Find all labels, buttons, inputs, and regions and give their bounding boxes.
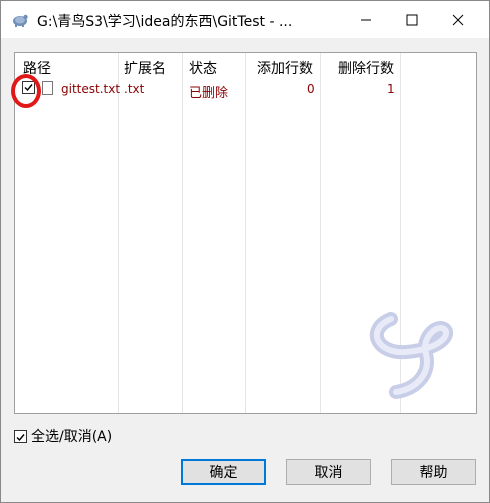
dialog-window: G:\青鸟S3\学习\idea的东西\GitTest - ... 路径 扩展名 …: [0, 0, 490, 503]
tortoise-icon: [13, 14, 28, 27]
row-ext: .txt: [124, 82, 145, 96]
close-button[interactable]: [435, 1, 481, 38]
row-deleted: 1: [387, 82, 395, 96]
maximize-button[interactable]: [389, 1, 435, 38]
header-added[interactable]: 添加行数: [257, 58, 313, 78]
highlight-ring: [11, 74, 41, 108]
minimize-icon: [361, 19, 371, 20]
column-added: [246, 53, 321, 413]
ok-button[interactable]: 确定: [181, 459, 266, 485]
select-all-checkbox[interactable]: 全选/取消(A): [14, 426, 112, 446]
row-path: gittest.txt: [61, 82, 121, 96]
minimize-button[interactable]: [343, 1, 389, 38]
select-all-box[interactable]: [14, 429, 27, 443]
header-deleted[interactable]: 删除行数: [338, 58, 394, 78]
tortoisegit-watermark-icon: [369, 312, 453, 399]
maximize-icon: [406, 14, 418, 25]
file-icon: [42, 81, 53, 95]
checkmark-icon: [16, 433, 25, 441]
header-ext[interactable]: 扩展名: [124, 58, 166, 78]
header-status[interactable]: 状态: [189, 58, 217, 78]
title-bar[interactable]: G:\青鸟S3\学习\idea的东西\GitTest - ...: [1, 1, 489, 38]
cancel-button[interactable]: 取消: [286, 459, 371, 485]
row-added: 0: [307, 82, 315, 96]
close-icon: [452, 14, 464, 25]
column-status: [183, 53, 246, 413]
help-button[interactable]: 帮助: [391, 459, 476, 485]
row-status: 已删除: [189, 86, 229, 101]
column-ext: [119, 53, 183, 413]
select-all-label: 全选/取消(A): [31, 429, 113, 445]
window-title: G:\青鸟S3\学习\idea的东西\GitTest - ...: [37, 14, 293, 30]
